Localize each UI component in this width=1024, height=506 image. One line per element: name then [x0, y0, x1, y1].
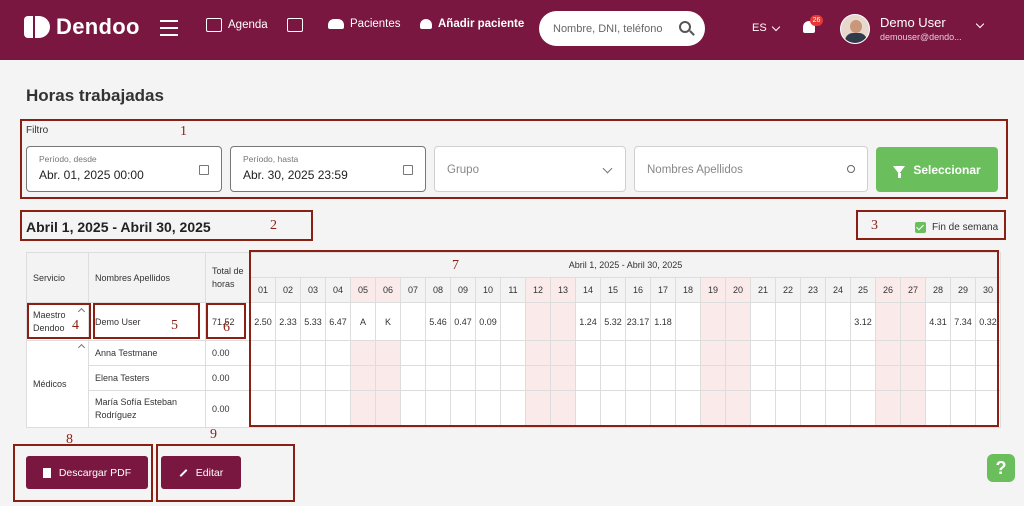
top-navbar: Dendoo Agenda Pacientes Añadir paciente … — [0, 0, 1024, 60]
annotation-box-name — [93, 303, 200, 339]
name-cell[interactable]: Anna Testmane — [88, 340, 206, 366]
nav-pacientes[interactable]: Pacientes — [328, 18, 401, 30]
annotation-number: 4 — [72, 318, 79, 333]
dendoo-logo-icon — [24, 14, 50, 40]
language-selector[interactable]: ES — [752, 22, 780, 34]
header-service: Servicio — [26, 252, 89, 303]
nav-agenda[interactable]: Agenda — [206, 18, 268, 32]
annotation-number: 2 — [270, 218, 277, 233]
nav-video-call[interactable] — [287, 18, 303, 32]
download-pdf-label: Descargar PDF — [58, 466, 132, 479]
video-call-icon — [287, 18, 303, 32]
page-title: Horas trabajadas — [26, 86, 164, 105]
table-row: Médicos Anna Testmane 0.00 — [26, 340, 251, 428]
user-menu-chevron-icon[interactable] — [975, 19, 985, 29]
nav-add-patient[interactable]: Añadir paciente — [420, 18, 524, 30]
nav-pacientes-label: Pacientes — [350, 18, 401, 30]
annotation-box-grid — [249, 250, 999, 427]
global-search — [539, 11, 705, 46]
annotation-box-filter — [20, 119, 1008, 199]
total-cell: 0.00 — [205, 390, 251, 428]
annotation-box-service — [27, 303, 91, 339]
name-cell[interactable]: María Sofía Esteban Rodríguez — [88, 390, 206, 428]
search-input[interactable] — [553, 22, 673, 35]
annotation-number: 7 — [452, 258, 459, 273]
file-icon — [42, 467, 51, 478]
annotation-number: 1 — [180, 124, 187, 139]
logo-text: Dendoo — [56, 14, 140, 39]
collapse-icon[interactable] — [77, 343, 86, 352]
notification-badge: 26 — [810, 15, 823, 26]
total-cell: 0.00 — [205, 340, 251, 366]
avatar[interactable] — [840, 14, 870, 44]
search-icon[interactable] — [679, 21, 691, 33]
nav-agenda-label: Agenda — [228, 19, 268, 31]
staff-table: Servicio Nombres Apellidos Total de hora… — [26, 252, 251, 428]
chevron-down-icon — [771, 22, 780, 31]
edit-button[interactable]: Editar — [161, 456, 241, 489]
nav-add-patient-label: Añadir paciente — [438, 18, 525, 30]
annotation-number: 8 — [66, 432, 73, 447]
header-total: Total de horas — [205, 252, 251, 303]
language-value: ES — [752, 22, 767, 34]
download-pdf-button[interactable]: Descargar PDF — [26, 456, 148, 489]
total-cell: 0.00 — [205, 365, 251, 391]
users-icon — [328, 19, 344, 29]
dendoo-logo[interactable]: Dendoo — [24, 14, 140, 40]
pencil-icon — [179, 468, 188, 477]
header-names: Nombres Apellidos — [88, 252, 206, 303]
annotation-number: 5 — [171, 318, 178, 333]
service-cell: Médicos — [26, 340, 89, 428]
annotation-number: 3 — [871, 218, 878, 233]
name-cell[interactable]: Elena Testers — [88, 365, 206, 391]
menu-icon[interactable] — [160, 20, 178, 36]
edit-label: Editar — [195, 466, 224, 479]
add-user-icon — [420, 19, 432, 29]
calendar-icon — [206, 18, 222, 32]
help-icon[interactable]: ? — [987, 454, 1015, 482]
annotation-number: 9 — [210, 427, 217, 442]
user-email: demouser@dendo... — [880, 32, 962, 42]
annotation-number: 6 — [223, 320, 230, 335]
annotation-box-weekend — [856, 210, 1006, 240]
service-name: Médicos — [33, 379, 67, 389]
user-name[interactable]: Demo User — [880, 15, 946, 30]
